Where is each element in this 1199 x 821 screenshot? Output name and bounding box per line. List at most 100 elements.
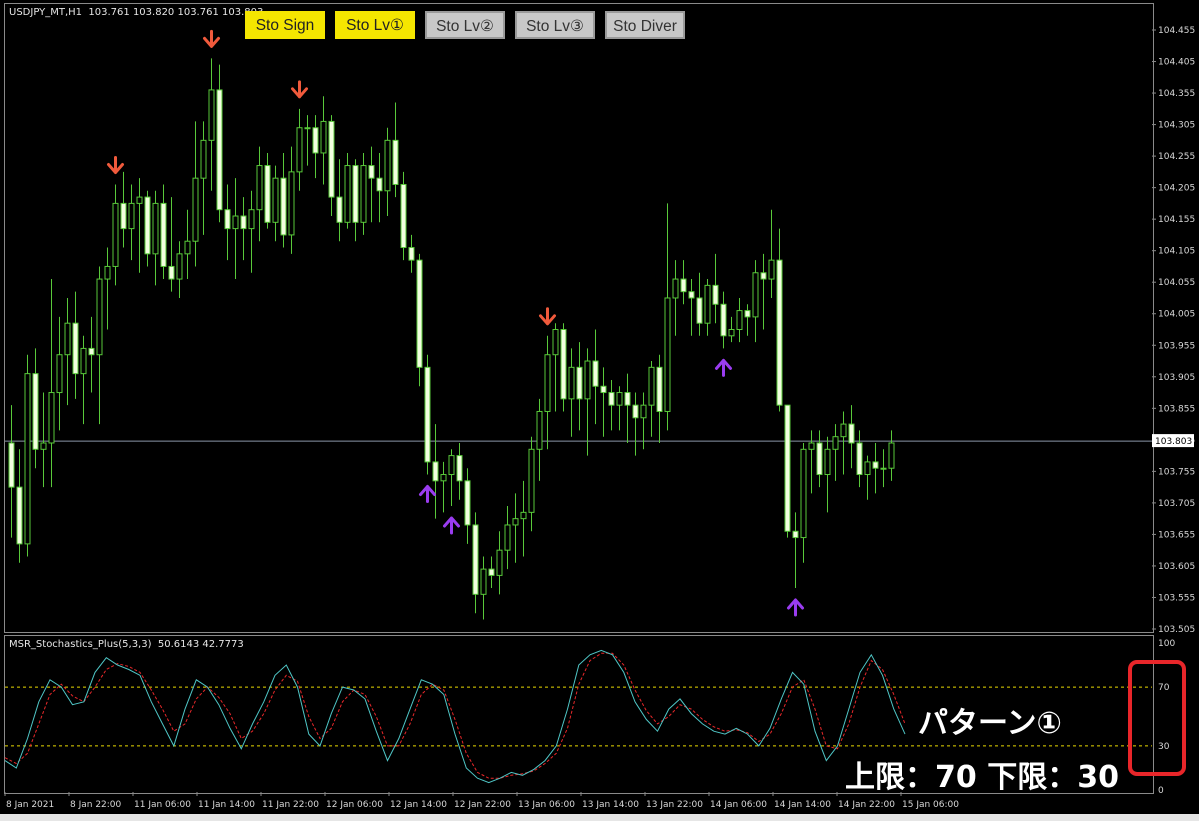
candle-body[interactable] xyxy=(640,404,647,419)
candle-body[interactable] xyxy=(552,329,559,356)
candle-body[interactable] xyxy=(608,392,615,406)
candle-body[interactable] xyxy=(232,215,239,230)
candle-body[interactable] xyxy=(224,209,231,230)
candle-body[interactable] xyxy=(152,202,159,255)
candle-body[interactable] xyxy=(720,303,727,337)
candle-body[interactable] xyxy=(696,297,703,324)
candle-body[interactable] xyxy=(712,284,719,305)
candle-body[interactable] xyxy=(488,568,495,576)
candle-body[interactable] xyxy=(328,120,335,198)
candle-body[interactable] xyxy=(888,442,895,469)
candle-body[interactable] xyxy=(856,442,863,476)
candle-body[interactable] xyxy=(688,291,695,299)
candle-body[interactable] xyxy=(8,442,15,488)
candle-body[interactable] xyxy=(112,202,119,267)
candle-body[interactable] xyxy=(80,347,87,375)
candle-body[interactable] xyxy=(744,310,751,318)
candle-body[interactable] xyxy=(248,209,255,230)
sto-sign-button[interactable]: Sto Sign xyxy=(245,11,325,39)
candle-body[interactable] xyxy=(240,215,247,230)
candle-body[interactable] xyxy=(424,366,431,463)
candle-body[interactable] xyxy=(584,360,591,400)
candle-body[interactable] xyxy=(432,461,439,482)
candle-body[interactable] xyxy=(64,322,71,356)
candle-body[interactable] xyxy=(272,177,279,223)
candle-body[interactable] xyxy=(216,89,223,211)
candle-body[interactable] xyxy=(120,202,127,230)
candle-body[interactable] xyxy=(568,366,575,400)
candle-body[interactable] xyxy=(56,354,63,394)
candle-body[interactable] xyxy=(408,247,415,261)
candle-body[interactable] xyxy=(16,486,23,545)
candle-body[interactable] xyxy=(48,392,55,444)
candle-body[interactable] xyxy=(192,177,199,242)
candle-body[interactable] xyxy=(184,240,191,255)
candle-body[interactable] xyxy=(808,442,815,450)
candle-body[interactable] xyxy=(312,127,319,154)
candle-body[interactable] xyxy=(160,202,167,267)
candle-body[interactable] xyxy=(656,366,663,412)
candle-body[interactable] xyxy=(448,455,455,476)
candle-body[interactable] xyxy=(624,392,631,406)
candle-body[interactable] xyxy=(296,127,303,173)
candle-body[interactable] xyxy=(880,467,887,470)
candle-body[interactable] xyxy=(824,448,831,476)
candle-body[interactable] xyxy=(664,297,671,412)
sto-lv1-button[interactable]: Sto Lv① xyxy=(335,11,415,39)
candle-body[interactable] xyxy=(400,183,407,249)
candle-body[interactable] xyxy=(616,392,623,406)
candle-body[interactable] xyxy=(456,455,463,482)
candle-body[interactable] xyxy=(816,442,823,476)
candle-body[interactable] xyxy=(776,259,783,406)
candle-body[interactable] xyxy=(632,404,639,419)
candle-body[interactable] xyxy=(760,272,767,280)
candle-body[interactable] xyxy=(416,259,423,368)
candle-body[interactable] xyxy=(480,568,487,595)
candle-body[interactable] xyxy=(176,253,183,280)
candle-body[interactable] xyxy=(544,354,551,412)
candle-body[interactable] xyxy=(648,366,655,406)
candle-body[interactable] xyxy=(528,448,535,513)
sto-diver-button[interactable]: Sto Diver xyxy=(605,11,685,39)
candle-body[interactable] xyxy=(512,518,519,526)
candle-body[interactable] xyxy=(368,165,375,179)
candle-body[interactable] xyxy=(680,278,687,293)
candle-body[interactable] xyxy=(472,524,479,595)
candle-body[interactable] xyxy=(256,165,263,211)
candle-body[interactable] xyxy=(440,474,447,482)
candle-body[interactable] xyxy=(392,139,399,185)
candle-body[interactable] xyxy=(736,310,743,330)
candle-body[interactable] xyxy=(264,165,271,223)
candle-body[interactable] xyxy=(536,410,543,450)
candle-body[interactable] xyxy=(768,259,775,280)
candle-body[interactable] xyxy=(72,322,79,375)
candle-body[interactable] xyxy=(864,461,871,476)
candle-body[interactable] xyxy=(832,436,839,450)
candle-body[interactable] xyxy=(600,385,607,394)
candle-body[interactable] xyxy=(496,549,503,576)
candle-body[interactable] xyxy=(728,329,735,337)
candle-body[interactable] xyxy=(376,177,383,192)
candle-body[interactable] xyxy=(24,373,31,545)
candle-body[interactable] xyxy=(784,404,791,532)
candle-body[interactable] xyxy=(464,480,471,526)
sto-lv2-button[interactable]: Sto Lv② xyxy=(425,11,505,39)
candle-body[interactable] xyxy=(592,360,599,387)
candle-body[interactable] xyxy=(320,120,327,154)
candle-body[interactable] xyxy=(504,524,511,551)
candle-body[interactable] xyxy=(560,329,567,400)
candle-body[interactable] xyxy=(800,448,807,539)
candle-body[interactable] xyxy=(288,171,295,236)
candle-body[interactable] xyxy=(208,89,215,141)
candle-body[interactable] xyxy=(128,202,135,230)
candle-body[interactable] xyxy=(752,272,759,318)
candle-body[interactable] xyxy=(384,139,391,192)
candle-body[interactable] xyxy=(520,511,527,520)
candle-body[interactable] xyxy=(792,530,799,539)
candle-body[interactable] xyxy=(200,139,207,179)
candle-body[interactable] xyxy=(360,165,367,223)
candle-body[interactable] xyxy=(336,196,343,223)
candle-body[interactable] xyxy=(848,423,855,444)
candle-body[interactable] xyxy=(88,347,95,356)
candle-body[interactable] xyxy=(872,461,879,469)
